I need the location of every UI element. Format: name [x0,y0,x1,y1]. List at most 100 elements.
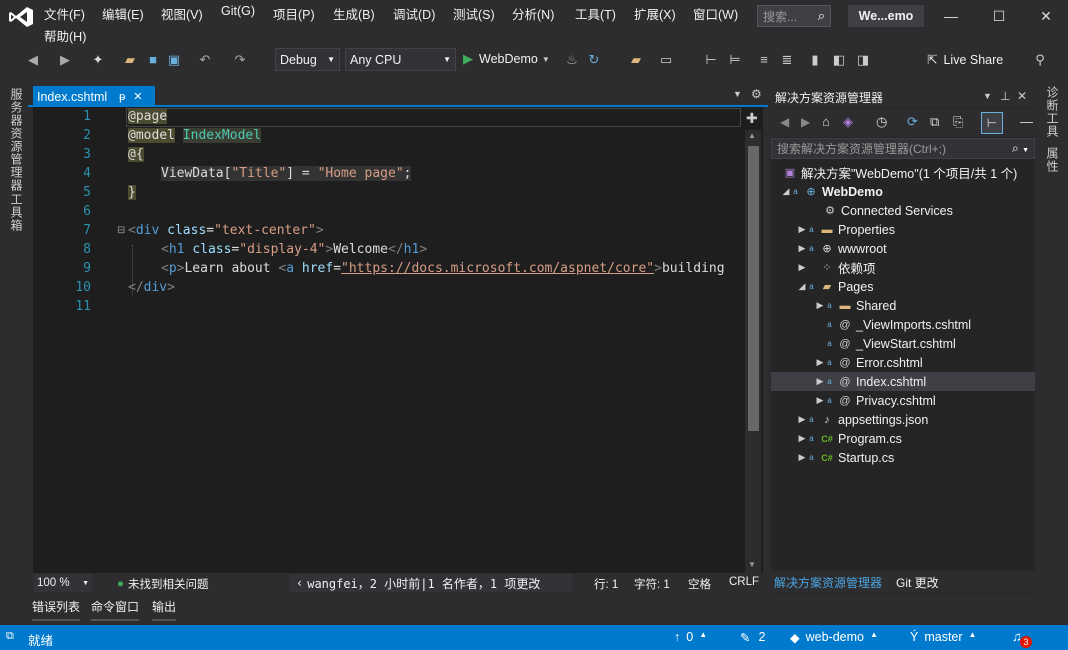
run-button[interactable]: ▶ WebDemo ▼ [463,51,550,67]
collapsed-arrow-icon[interactable]: ▶ [815,376,825,387]
menu-edit[interactable]: 编辑(E) [102,4,144,23]
collapsed-arrow-icon[interactable]: ▶ [797,414,807,425]
save-icon[interactable]: ■ [146,51,160,69]
server-explorer-tab[interactable]: 服务器资源管理器 [8,88,25,192]
tree-item-webdemo[interactable]: ◢ a ⊕ WebDemo [771,182,1035,201]
collapsed-arrow-icon[interactable]: ▶ [797,433,807,444]
collapsed-arrow-icon[interactable]: ▶ [797,452,807,463]
menu-extensions[interactable]: 扩展(X) [634,4,676,23]
close-icon[interactable]: ✕ [1037,7,1055,25]
tree-item-appsettings[interactable]: ▶ a ♪ appsettings.json [771,410,1035,429]
show-all-files-icon[interactable]: ⎘ [953,114,963,130]
tab-index-cshtml[interactable]: Index.cshtml ᵽ ✕ [33,86,155,107]
split-editor-icon[interactable]: ✚ [746,110,758,127]
save-all-icon[interactable]: ▣ [166,51,182,69]
menu-analyze[interactable]: 分析(N) [512,4,554,23]
tree-item-pages[interactable]: ◢ a ▰ Pages [771,277,1035,296]
pending-changes-indicator[interactable]: ✎ 2 [740,630,765,645]
collapsed-arrow-icon[interactable]: ▶ [797,262,807,273]
back-icon[interactable]: ◀ [26,51,40,69]
menu-tools[interactable]: 工具(T) [575,4,616,23]
platform-select[interactable]: Any CPU ▼ [345,48,456,71]
tab-git-changes[interactable]: Git 更改 [896,574,939,591]
step-icon[interactable]: ⊢ [703,51,719,69]
menu-test[interactable]: 测试(S) [453,4,495,23]
bookmark-icon[interactable]: ▮ [808,51,822,69]
collapsed-arrow-icon[interactable]: ▶ [797,243,807,254]
diagnostics-tab[interactable]: 诊断工具 [1044,86,1061,138]
tab-error-list[interactable]: 错误列表 [30,597,82,621]
pin-panel-icon[interactable]: ⊥ [1000,89,1010,103]
whitespace-indicator[interactable]: 空格 [688,576,711,592]
line-ending-indicator[interactable]: CRLF [729,576,759,588]
scroll-down-icon[interactable]: ▼ [748,560,756,569]
toolbox-tab[interactable]: 工具箱 [8,193,25,232]
tree-item-connected-services[interactable]: ⚙ Connected Services [771,201,1035,220]
tree-item-shared[interactable]: ▶ a ▬ Shared [771,296,1035,315]
collapse-icon[interactable]: ⊟ [117,225,125,236]
hot-reload-icon[interactable]: ♨ [565,51,579,69]
panel-menu-icon[interactable]: ▼ [983,91,992,101]
preview-selected-icon[interactable]: ⊢ [981,112,1003,134]
collapsed-arrow-icon[interactable]: ▶ [797,224,807,235]
tree-item-viewstart[interactable]: a @ _ViewStart.cshtml [771,334,1035,353]
home-icon[interactable]: ⌂ [822,114,830,129]
line-indicator[interactable]: 行: 1 [594,576,618,592]
push-indicator[interactable]: ↑ 0 ▲ [674,630,707,644]
scrollbar-thumb[interactable] [748,146,759,431]
tab-output[interactable]: 输出 [150,597,178,621]
tab-solution-explorer[interactable]: 解决方案资源管理器 [774,574,882,591]
tree-item-solution[interactable]: ▣ 解决方案"WebDemo"(1 个项目/共 1 个) [771,163,1035,182]
undo-icon[interactable]: ↶ [198,51,212,69]
tree-item-program-cs[interactable]: ▶ a C# Program.cs [771,429,1035,448]
tab-command-window[interactable]: 命令窗口 [89,597,141,621]
expanded-arrow-icon[interactable]: ◢ [797,281,807,292]
tab-overflow-icon[interactable]: ▼ [733,89,742,99]
repository-indicator[interactable]: ◆ web-demo ▲ [790,630,878,645]
char-indicator[interactable]: 字符: 1 [634,576,670,592]
minimize-icon[interactable]: — [942,7,960,25]
collapse-all-icon[interactable]: ⧉ [930,114,939,130]
collapsed-arrow-icon[interactable]: ▶ [815,395,825,406]
open-folder-icon[interactable]: ▰ [122,51,138,69]
close-panel-icon[interactable]: ✕ [1017,89,1027,103]
tree-item-properties[interactable]: ▶ a ▬ Properties [771,220,1035,239]
redo-icon[interactable]: ↷ [233,51,247,69]
tree-item-privacy-cshtml[interactable]: ▶ a @ Privacy.cshtml [771,391,1035,410]
browser-link-icon[interactable]: ▭ [658,51,674,69]
tree-item-index-cshtml[interactable]: ▶ a @ Index.cshtml [771,372,1035,391]
new-item-icon[interactable]: ✦ [90,51,106,69]
collapsed-arrow-icon[interactable]: ▶ [815,300,825,311]
expanded-arrow-icon[interactable]: ◢ [781,186,791,197]
issues-indicator[interactable]: ● 未找到相关问题 [117,576,208,592]
tree-item-startup-cs[interactable]: ▶ a C# Startup.cs [771,448,1035,467]
live-share-button[interactable]: ⇱ Live Share [927,52,1003,68]
settings-gear-icon[interactable]: ⚙ [751,87,762,101]
indent-icon[interactable]: ⊨ [727,51,743,69]
tree-item-dependencies[interactable]: ▶ ⁘ 依赖项 [771,258,1035,277]
back-icon[interactable]: ◀ [780,115,789,129]
close-tab-icon[interactable]: ✕ [133,90,142,103]
collapsed-arrow-icon[interactable]: ▶ [815,357,825,368]
menu-window[interactable]: 窗口(W) [693,4,738,23]
menu-help[interactable]: 帮助(H) [44,26,86,45]
maximize-icon[interactable]: ☐ [990,7,1008,25]
menu-project[interactable]: 项目(P) [273,4,315,23]
tree-item-error-cshtml[interactable]: ▶ a @ Error.cshtml [771,353,1035,372]
tree-item-viewimports[interactable]: a @ _ViewImports.cshtml [771,315,1035,334]
config-select[interactable]: Debug ▼ [275,48,340,71]
next-bookmark-icon[interactable]: ◨ [856,51,870,69]
feedback-icon[interactable]: ⚲ [1032,51,1048,69]
uncomment-icon[interactable]: ≣ [780,51,794,69]
branch-indicator[interactable]: Ýmaster ▲ [910,630,976,644]
menu-file[interactable]: 文件(F) [44,4,85,23]
zoom-select[interactable]: 100 % ▼ [34,574,92,592]
comment-icon[interactable]: ≡ [757,51,771,69]
properties-tab[interactable]: 属性 [1044,147,1061,173]
menu-view[interactable]: 视图(V) [161,4,203,23]
solution-search-input[interactable]: 搜索解决方案资源管理器(Ctrl+;) ⌕ ▼ [771,138,1035,159]
visual-studio-logo-icon[interactable] [8,6,34,28]
search-input[interactable]: 搜索... ⌕ [757,5,831,27]
forward-icon[interactable]: ▶ [801,115,810,129]
refresh-icon[interactable]: ↻ [587,51,601,69]
